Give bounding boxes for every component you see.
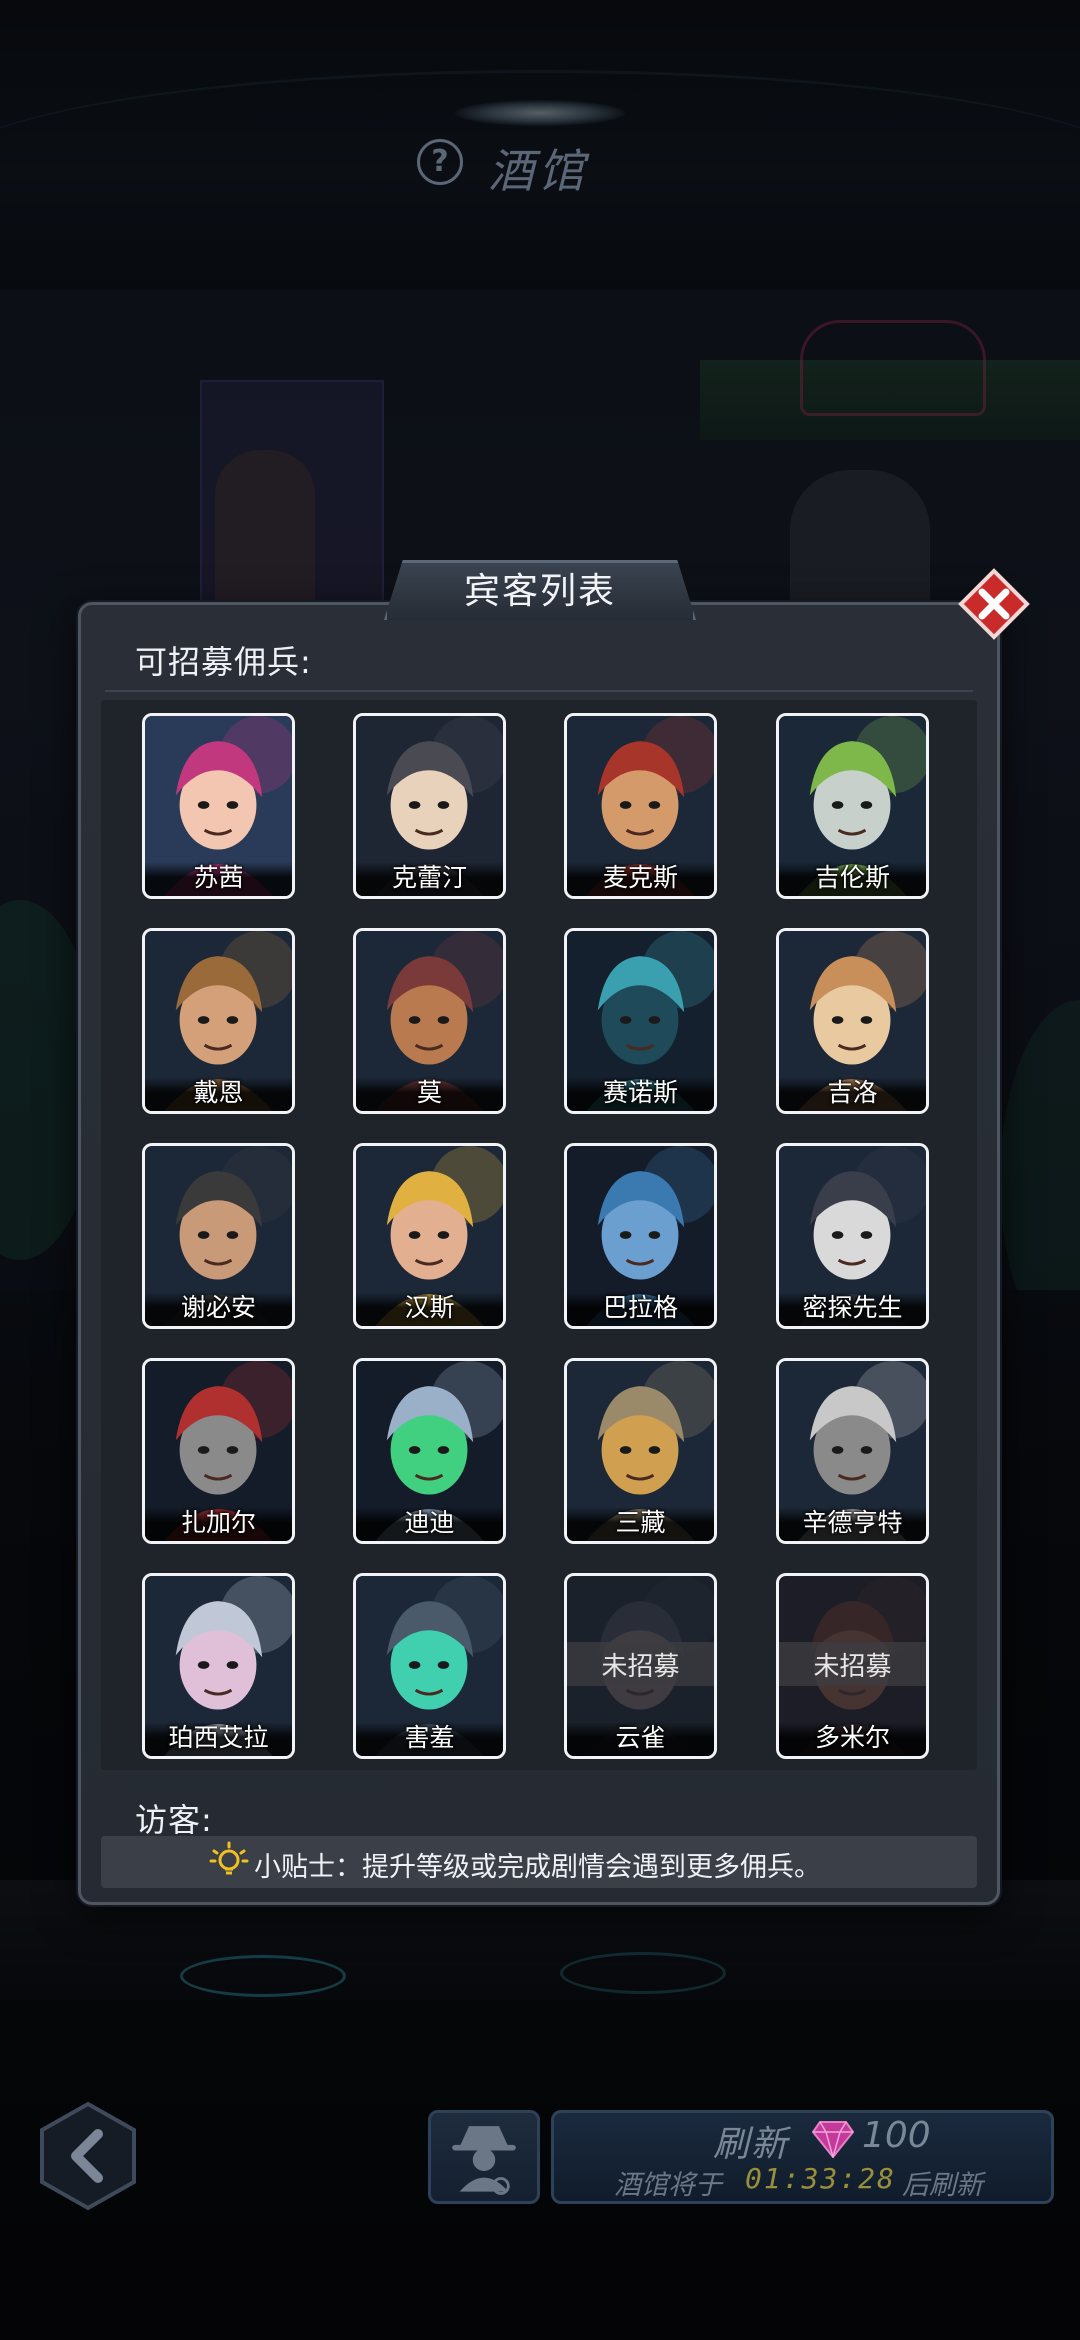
lightbulb-icon [209, 1841, 249, 1875]
hero-name: 辛德亨特 [802, 1508, 903, 1537]
divider [105, 690, 973, 692]
countdown-suffix: 后刷新 [902, 2170, 983, 2201]
close-icon[interactable] [958, 568, 1030, 640]
hero-status: 未招募 [813, 1652, 892, 1682]
hero-name: 汉斯 [404, 1293, 455, 1322]
hero-card[interactable]: 赛诺斯 [564, 928, 717, 1114]
hero-card[interactable]: 戴恩 [142, 928, 295, 1114]
hero-card[interactable]: 莫 [353, 928, 506, 1114]
refresh-cost: 100 [862, 2115, 931, 2156]
hero-card[interactable]: 巴拉格 [564, 1143, 717, 1329]
hero-name: 苏茜 [193, 863, 244, 892]
question-mark-icon[interactable]: ? [417, 139, 463, 185]
hero-name: 多米尔 [814, 1723, 890, 1752]
spy-button[interactable] [428, 2110, 540, 2204]
hero-name: 吉伦斯 [814, 863, 890, 892]
hero-card[interactable]: 吉伦斯 [776, 713, 929, 899]
refresh-label: 刷新 [713, 2124, 790, 2165]
hero-name: 迪迪 [404, 1508, 455, 1537]
dialog-title: 宾客列表 [463, 571, 616, 612]
spy-icon [452, 2126, 516, 2195]
countdown-prefix: 酒馆将于 [614, 2170, 722, 2201]
back-button[interactable] [36, 2100, 140, 2212]
hero-card[interactable]: 苏茜 [142, 713, 295, 899]
hero-name: 克蕾汀 [391, 863, 467, 892]
hero-name: 害羞 [404, 1723, 455, 1752]
page-title: 酒馆 [488, 144, 588, 198]
hero-card[interactable]: 麦克斯 [564, 713, 717, 899]
hero-card[interactable]: 吉洛 [776, 928, 929, 1114]
hero-name: 三藏 [615, 1508, 666, 1537]
countdown-timer: 01:33:28 [745, 2162, 896, 2195]
hero-card[interactable]: 扎加尔 [142, 1358, 295, 1544]
visitors-label: 访客: [135, 1801, 213, 1839]
hero-name: 谢必安 [180, 1293, 256, 1322]
hero-card[interactable]: 克蕾汀 [353, 713, 506, 899]
hero-card[interactable]: 汉斯 [353, 1143, 506, 1329]
hero-card[interactable]: 三藏 [564, 1358, 717, 1544]
hero-name: 吉洛 [827, 1078, 878, 1107]
hero-card[interactable]: 未招募 多米尔 [776, 1573, 929, 1759]
hero-name: 赛诺斯 [602, 1078, 678, 1107]
hero-card[interactable]: 迪迪 [353, 1358, 506, 1544]
hero-name: 莫 [416, 1078, 442, 1107]
gem-icon [812, 2121, 854, 2158]
hero-name: 云雀 [615, 1723, 666, 1752]
hero-card[interactable]: 谢必安 [142, 1143, 295, 1329]
hero-name: 戴恩 [193, 1078, 244, 1107]
hero-card[interactable]: 害羞 [353, 1573, 506, 1759]
hero-name: 密探先生 [802, 1293, 903, 1322]
recruitable-label: 可招募佣兵: [135, 643, 312, 681]
hero-card[interactable]: 密探先生 [776, 1143, 929, 1329]
tip-text: 小贴士：提升等级或完成剧情会遇到更多佣兵。 [254, 1852, 821, 1883]
hero-name: 巴拉格 [602, 1293, 678, 1322]
hero-name: 扎加尔 [180, 1508, 256, 1537]
hero-card[interactable]: 珀西艾拉 [142, 1573, 295, 1759]
hero-card[interactable]: 未招募 云雀 [564, 1573, 717, 1759]
hero-name: 珀西艾拉 [168, 1723, 269, 1752]
hero-card[interactable]: 辛德亨特 [776, 1358, 929, 1544]
hero-status: 未招募 [601, 1652, 680, 1682]
hero-name: 麦克斯 [602, 863, 678, 892]
